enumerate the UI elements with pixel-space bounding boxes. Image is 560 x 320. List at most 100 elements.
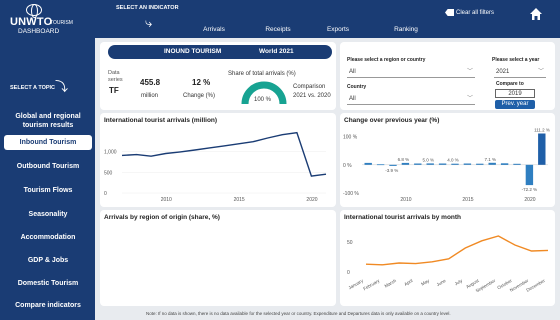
change-bar xyxy=(364,162,372,165)
country-dropdown-value: All xyxy=(349,96,356,102)
home-icon[interactable] xyxy=(529,7,543,21)
sidebar xyxy=(0,38,95,320)
change-bar xyxy=(463,163,472,165)
sidebar-item-seasonality[interactable]: Seasonality xyxy=(4,210,92,219)
country-dropdown[interactable]: All ﹀ xyxy=(347,93,475,105)
share-label: Share of total arrivals (%) xyxy=(228,71,296,77)
y-tick-label: 1,000 xyxy=(104,150,117,156)
country-filter-label: Country xyxy=(347,84,367,90)
bar-data-label: 111.2 % xyxy=(534,127,550,132)
y-tick-label: 0 xyxy=(347,270,350,276)
logo-wordmark: UNWTO xyxy=(10,16,53,28)
month-tick-label: June xyxy=(436,278,447,287)
bar-data-label: 6.8 % xyxy=(398,157,410,162)
arrivals-value: 455.8 xyxy=(140,78,161,87)
logo-tourism: TOURISM xyxy=(50,20,73,26)
y-tick-label: 0 % xyxy=(343,163,352,169)
arrivals-line-chart: 0 500 1,000 2010 2015 2020 xyxy=(104,131,327,203)
unwto-logo: UNWTO TOURISM DASHBOARD xyxy=(8,4,90,35)
region-dropdown[interactable]: All ﹀ xyxy=(347,66,475,78)
region-filter-label: Please select a region or country xyxy=(347,57,426,63)
arrivals-series-line xyxy=(121,131,327,177)
clear-filters-button[interactable]: Clear all filters xyxy=(445,9,494,16)
change-bar xyxy=(414,163,422,165)
y-tick-label: 50 xyxy=(347,240,353,246)
month-tick-label: December xyxy=(525,278,546,293)
change-bar xyxy=(538,133,546,165)
compare-to-label: Compare to xyxy=(496,81,524,87)
kpi-world: World 2021 xyxy=(259,48,294,55)
clear-filters-label: Clear all filters xyxy=(456,9,495,16)
change-bar xyxy=(426,163,434,165)
change-bar xyxy=(513,163,521,165)
region-chart-title: Arrivals by region of origin (share, %) xyxy=(104,214,220,221)
share-value: 100 % xyxy=(254,97,272,103)
select-topic-label: SELECT A TOPIC xyxy=(10,85,56,91)
kpi-header: INOUND TOURISM World 2021 xyxy=(108,45,332,59)
sidebar-item-outbound[interactable]: Outbound Tourism xyxy=(4,162,92,171)
month-line-chart: 050JanuaryFebruary March April May June July A… xyxy=(347,235,549,293)
compare-year-field[interactable]: 2019 xyxy=(495,89,535,98)
change-bar xyxy=(451,163,459,165)
tab-arrivals[interactable]: Arrivals xyxy=(182,22,246,38)
bar-data-label: -3.9 % xyxy=(385,168,398,173)
curved-arrow-icon: ⤷ xyxy=(145,15,153,30)
year-dropdown-value: 2021 xyxy=(496,69,510,75)
select-indicator-label: SELECT AN INDICATOR xyxy=(116,5,179,11)
region-panel: Arrivals by region of origin (share, %) xyxy=(100,210,336,306)
y-tick-label: -100 % xyxy=(343,191,359,197)
bar-data-label: 7.1 % xyxy=(484,157,496,162)
month-tick-label: April xyxy=(403,278,413,287)
sidebar-item-accommodation[interactable]: Accommodation xyxy=(4,233,92,242)
y-tick-label: 100 % xyxy=(343,135,358,141)
logo-dashboard: DASHBOARD xyxy=(18,28,60,35)
bar-data-label: -72.2 % xyxy=(522,187,538,192)
comparison-label: Comparison xyxy=(293,84,326,90)
change-label: Change (%) xyxy=(183,93,216,99)
change-bar xyxy=(476,163,484,165)
footnote: Note: If no data is shown, there is no d… xyxy=(146,311,451,316)
month-tick-label: May xyxy=(420,278,431,287)
bar-data-label: 4.0 % xyxy=(447,158,459,163)
eraser-icon xyxy=(445,9,454,16)
x-tick-label: 2010 xyxy=(400,197,411,203)
x-tick-label: 2010 xyxy=(161,197,172,203)
sidebar-item-flows[interactable]: Tourism Flows xyxy=(4,186,92,195)
month-tick-label: February xyxy=(362,278,381,292)
bar-data-label: 5.0 % xyxy=(422,157,434,162)
change-bar xyxy=(488,162,496,165)
sidebar-item-gdp-jobs[interactable]: GDP & Jobs xyxy=(4,256,92,265)
month-tick-label: January xyxy=(348,278,365,291)
data-series-label: Data series xyxy=(108,70,123,83)
month-tick-label: March xyxy=(384,278,398,289)
chevron-down-icon: ﹀ xyxy=(466,96,473,102)
change-bar xyxy=(438,163,447,165)
topic-arrow-icon: ⤵ xyxy=(55,79,69,94)
change-bar xyxy=(376,164,385,166)
tab-ranking[interactable]: Ranking xyxy=(374,22,438,38)
y-tick-label: 0 xyxy=(104,191,107,197)
change-bar xyxy=(500,163,509,165)
globe-icon xyxy=(26,4,42,18)
x-tick-label: 2020 xyxy=(524,197,535,203)
prev-year-button[interactable]: Prev. year xyxy=(495,100,535,109)
sidebar-item-domestic[interactable]: Domestic Tourism xyxy=(4,279,92,288)
sidebar-item-global-regional[interactable]: Global and regional tourism results xyxy=(4,112,92,130)
sidebar-item-compare[interactable]: Compare indicators xyxy=(4,301,92,310)
month-tick-label: July xyxy=(454,278,464,287)
tab-receipts[interactable]: Receipts xyxy=(246,22,310,38)
monthly-series-line xyxy=(365,235,549,266)
change-value: 12 % xyxy=(192,78,211,87)
year-dropdown[interactable]: 2021 ﹀ xyxy=(494,66,546,78)
x-tick-label: 2015 xyxy=(462,197,473,203)
chevron-down-icon: ﹀ xyxy=(537,69,544,75)
data-series-value: TF xyxy=(109,86,119,95)
comparison-value: 2021 vs. 2020 xyxy=(293,93,331,99)
change-bar xyxy=(389,164,397,166)
year-filter-label: Please select a year xyxy=(492,57,540,63)
tab-exports[interactable]: Exports xyxy=(306,22,370,38)
change-bar-chart: 0 % 100 % -100 % -3.9 % 6.8 % 5.0 % 4.0 % 7.1 %… xyxy=(343,127,550,203)
sidebar-item-inbound[interactable]: Inbound Tourism xyxy=(4,135,92,150)
x-tick-label: 2015 xyxy=(234,197,245,203)
region-dropdown-value: All xyxy=(349,69,356,75)
